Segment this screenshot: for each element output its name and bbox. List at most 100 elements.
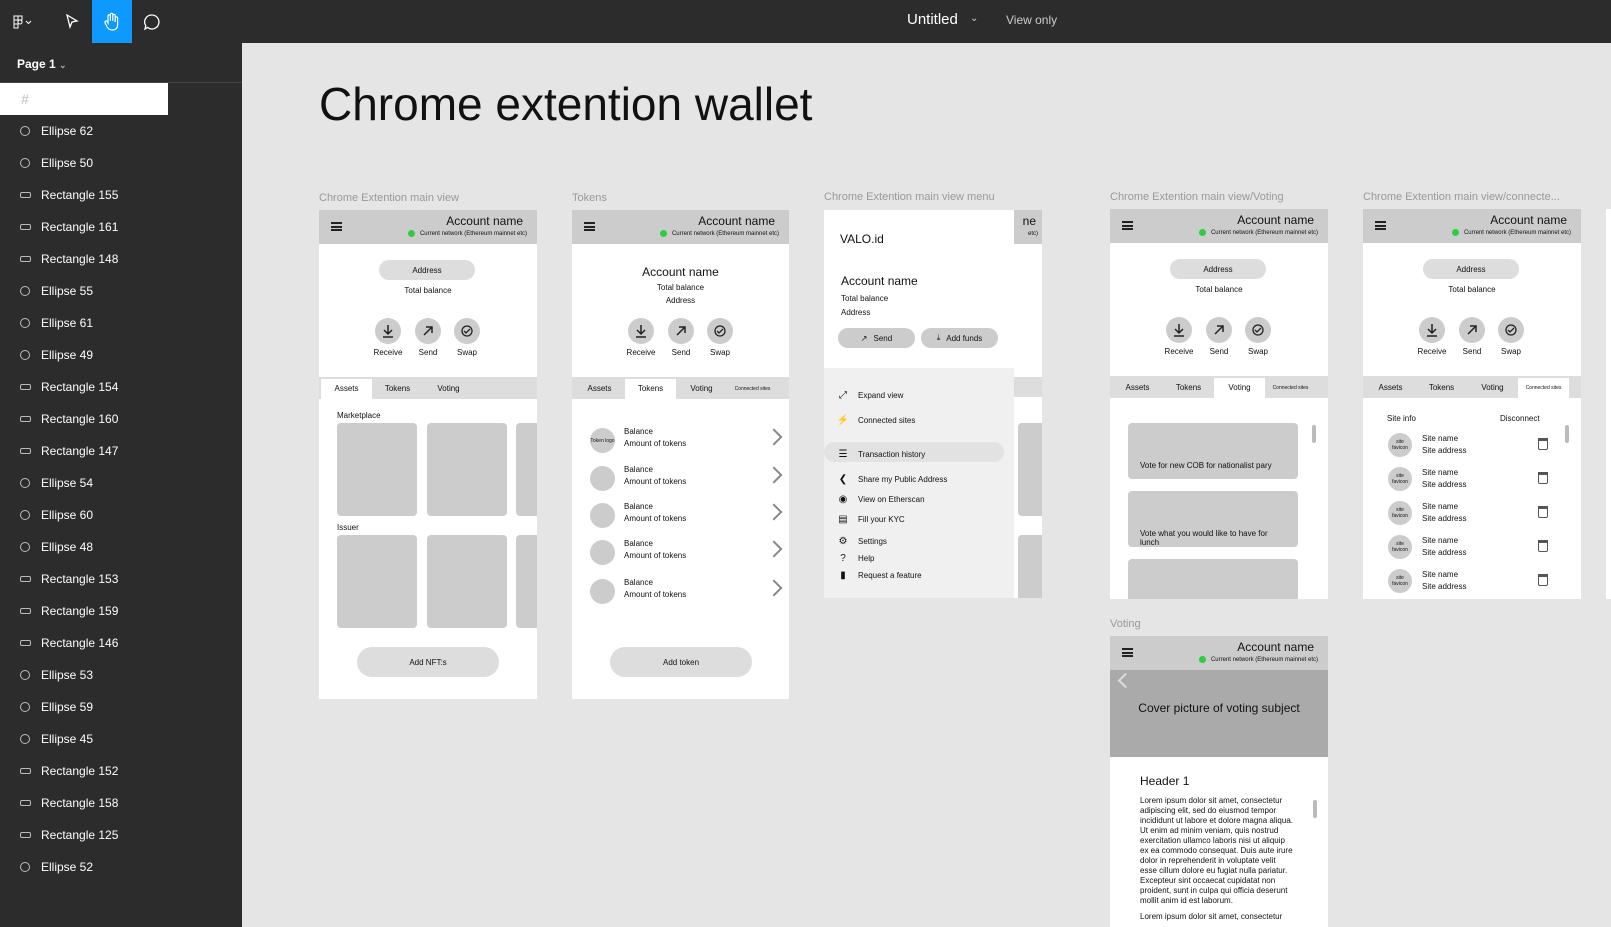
swap-button[interactable]	[1498, 317, 1524, 343]
layer-item[interactable]: Ellipse 49	[0, 339, 242, 371]
document-title[interactable]: Untitled	[907, 11, 958, 28]
chevron-right-icon[interactable]	[765, 466, 783, 484]
layer-item[interactable]: Rectangle 125	[0, 819, 242, 851]
layer-item[interactable]: Rectangle 152	[0, 755, 242, 787]
tab-assets[interactable]: Assets	[321, 379, 372, 399]
layer-item[interactable]: Rectangle 158	[0, 787, 242, 819]
back-chevron-icon[interactable]	[1117, 672, 1134, 689]
chevron-right-icon[interactable]	[765, 579, 783, 597]
receive-button[interactable]	[1166, 317, 1192, 343]
swap-button[interactable]	[1245, 317, 1271, 343]
trash-icon[interactable]	[1538, 506, 1548, 518]
menu-icon[interactable]	[1122, 221, 1133, 230]
nft-card[interactable]	[337, 535, 417, 628]
menu-item[interactable]: ⚙ Settings	[836, 533, 1002, 549]
address-pill[interactable]: Address	[379, 260, 475, 280]
layer-item[interactable]: Rectangle 159	[0, 595, 242, 627]
layer-item[interactable]: Rectangle 155	[0, 179, 242, 211]
tab-tokens[interactable]: Tokens	[625, 379, 676, 399]
tab-voting[interactable]: Voting	[423, 379, 474, 399]
trash-icon[interactable]	[1538, 472, 1548, 484]
layer-frame[interactable]: # Activity / Transactions	[0, 83, 169, 115]
tab-connected-sites[interactable]: Connected sites	[1265, 378, 1316, 398]
tab-connected-sites[interactable]: Connected sites	[727, 379, 778, 399]
layer-item[interactable]: Ellipse 45	[0, 723, 242, 755]
layer-item[interactable]: Ellipse 59	[0, 691, 242, 723]
layer-item[interactable]: Rectangle 153	[0, 563, 242, 595]
menu-item[interactable]: ☰ Transaction history	[836, 446, 1002, 462]
receive-button[interactable]	[628, 318, 654, 344]
token-row[interactable]: Balance Amount of tokens	[590, 502, 783, 529]
trash-icon[interactable]	[1538, 438, 1548, 450]
trash-icon[interactable]	[1538, 540, 1548, 552]
send-button[interactable]: ↗ Send	[838, 328, 915, 348]
layer-item[interactable]: Ellipse 48	[0, 531, 242, 563]
layer-item[interactable]: Ellipse 61	[0, 307, 242, 339]
swap-button[interactable]	[454, 318, 480, 344]
scrollbar[interactable]	[1565, 425, 1569, 443]
connected-site-row[interactable]: site favicon Site name Site address	[1388, 433, 1548, 459]
send-button[interactable]	[415, 318, 441, 344]
page-selector[interactable]: Page 1 ⌄	[0, 43, 242, 83]
connected-site-row[interactable]: site favicon Site name Site address	[1388, 535, 1548, 561]
scrollbar[interactable]	[1313, 800, 1317, 818]
layer-item[interactable]: Ellipse 60	[0, 499, 242, 531]
layer-item[interactable]: Rectangle 160	[0, 403, 242, 435]
frame-label[interactable]: Voting	[1110, 618, 1141, 630]
add-token-button[interactable]: Add token	[610, 647, 752, 677]
layer-item[interactable]: Rectangle 148	[0, 243, 242, 275]
vote-card[interactable]: Vote for new COB for nationalist pary	[1128, 423, 1298, 479]
menu-icon[interactable]	[1122, 648, 1133, 657]
nft-card[interactable]	[516, 535, 537, 628]
layer-item[interactable]: Ellipse 53	[0, 659, 242, 691]
frame-label[interactable]: Tokens	[572, 192, 607, 204]
tab-assets[interactable]: Assets	[1112, 378, 1163, 398]
hand-tool-icon[interactable]	[92, 0, 132, 43]
tab-tokens[interactable]: Tokens	[1416, 378, 1467, 398]
tab-assets[interactable]: Assets	[574, 379, 625, 399]
connected-site-row[interactable]: site favicon Site name Site address	[1388, 569, 1548, 595]
layer-item[interactable]: Rectangle 146	[0, 627, 242, 659]
menu-item[interactable]: ❮ Share my Public Address	[836, 471, 1002, 487]
layer-item[interactable]: Ellipse 50	[0, 147, 242, 179]
tab-voting[interactable]: Voting	[1214, 378, 1265, 398]
connected-site-row[interactable]: site favicon Site name Site address	[1388, 501, 1548, 527]
tab-voting[interactable]: Voting	[676, 379, 727, 399]
connected-site-row[interactable]: site favicon Site name Site address	[1388, 467, 1548, 493]
scrollbar[interactable]	[1312, 425, 1316, 443]
menu-icon[interactable]	[584, 222, 595, 231]
add-nft-button[interactable]: Add NFT:s	[357, 647, 499, 677]
send-button[interactable]	[1206, 317, 1232, 343]
tab-voting[interactable]: Voting	[1467, 378, 1518, 398]
send-button[interactable]	[668, 318, 694, 344]
nft-card[interactable]	[516, 423, 537, 516]
chevron-right-icon[interactable]	[765, 428, 783, 446]
menu-item[interactable]: ⚡ Connected sites	[836, 412, 1002, 428]
tab-tokens[interactable]: Tokens	[372, 379, 423, 399]
layer-item[interactable]: Ellipse 52	[0, 851, 242, 883]
comment-tool-icon[interactable]	[132, 0, 172, 43]
figma-menu-icon[interactable]	[2, 0, 42, 43]
tab-tokens[interactable]: Tokens	[1163, 378, 1214, 398]
add-funds-button[interactable]: ⤓ Add funds	[921, 328, 998, 348]
layer-item[interactable]: Ellipse 54	[0, 467, 242, 499]
nft-card[interactable]	[337, 423, 417, 516]
receive-button[interactable]	[375, 318, 401, 344]
send-button[interactable]	[1459, 317, 1485, 343]
chevron-down-icon[interactable]: ⌄	[59, 60, 67, 70]
chevron-down-icon[interactable]: ⌄	[970, 13, 978, 24]
layer-item[interactable]: Ellipse 55	[0, 275, 242, 307]
menu-item[interactable]: ◉ View on Etherscan	[836, 491, 1002, 507]
frame-label[interactable]: Chrome Extention main view menu	[824, 191, 995, 203]
menu-item[interactable]: ? Help	[836, 550, 1002, 566]
nft-card[interactable]	[427, 423, 507, 516]
menu-icon[interactable]	[331, 222, 342, 231]
vote-card[interactable]	[1128, 559, 1298, 599]
menu-icon[interactable]	[1375, 221, 1386, 230]
address-pill[interactable]: Address	[1170, 259, 1266, 279]
move-tool-icon[interactable]	[52, 0, 92, 43]
frame-label[interactable]: Chrome Extention main view/Voting	[1110, 191, 1284, 203]
trash-icon[interactable]	[1538, 574, 1548, 586]
chevron-right-icon[interactable]	[765, 503, 783, 521]
menu-item[interactable]: ⤢ Expand view	[836, 387, 1002, 403]
